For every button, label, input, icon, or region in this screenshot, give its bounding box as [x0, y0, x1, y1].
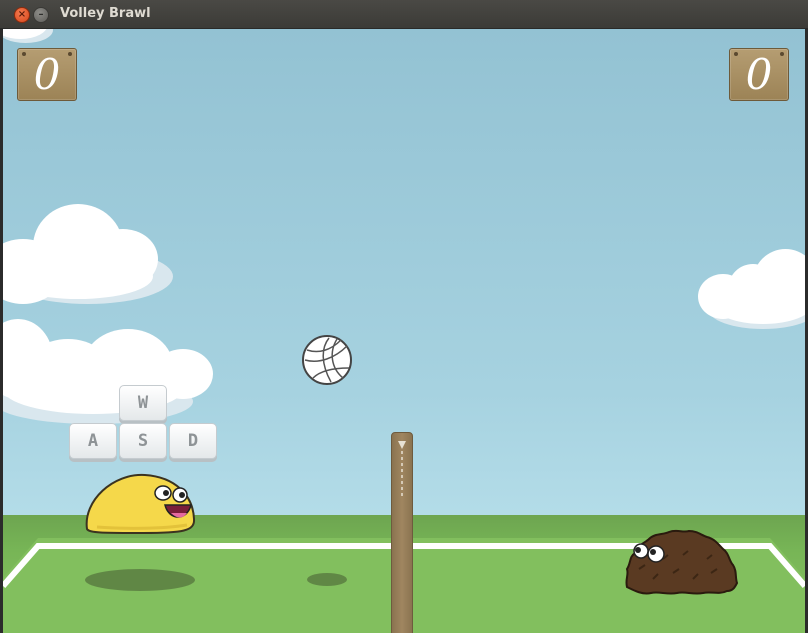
nail-icon — [734, 52, 738, 56]
cloud-left-lower — [3, 319, 233, 429]
key-s: S — [119, 423, 167, 459]
key-a: A — [69, 423, 117, 459]
score-left: 0 — [17, 48, 77, 101]
score-right: 0 — [729, 48, 789, 101]
player-left-shadow — [85, 569, 195, 591]
nail-icon — [68, 52, 72, 56]
score-left-value: 0 — [33, 50, 61, 99]
volleyball — [302, 335, 352, 385]
close-icon[interactable]: × — [14, 7, 30, 23]
nail-icon — [780, 52, 784, 56]
key-d: D — [169, 423, 217, 459]
game-window: × – Volley Brawl 0 0 W A S D — [0, 0, 808, 633]
ball-shadow — [307, 573, 347, 586]
cloud-top-left — [3, 29, 63, 44]
net-pole — [391, 432, 413, 633]
cloud-left-upper — [3, 204, 183, 314]
window-title: Volley Brawl — [60, 6, 151, 21]
key-w: W — [119, 385, 167, 421]
minimize-icon[interactable]: – — [33, 7, 49, 23]
net-arrow-icon — [398, 441, 406, 497]
game-canvas[interactable]: 0 0 W A S D — [3, 29, 805, 633]
player-left-yellow — [85, 473, 196, 535]
nail-icon — [22, 52, 26, 56]
cloud-right — [698, 249, 805, 339]
player-right-brown — [625, 529, 739, 595]
title-bar: × – Volley Brawl — [0, 0, 808, 29]
score-right-value: 0 — [745, 50, 773, 99]
